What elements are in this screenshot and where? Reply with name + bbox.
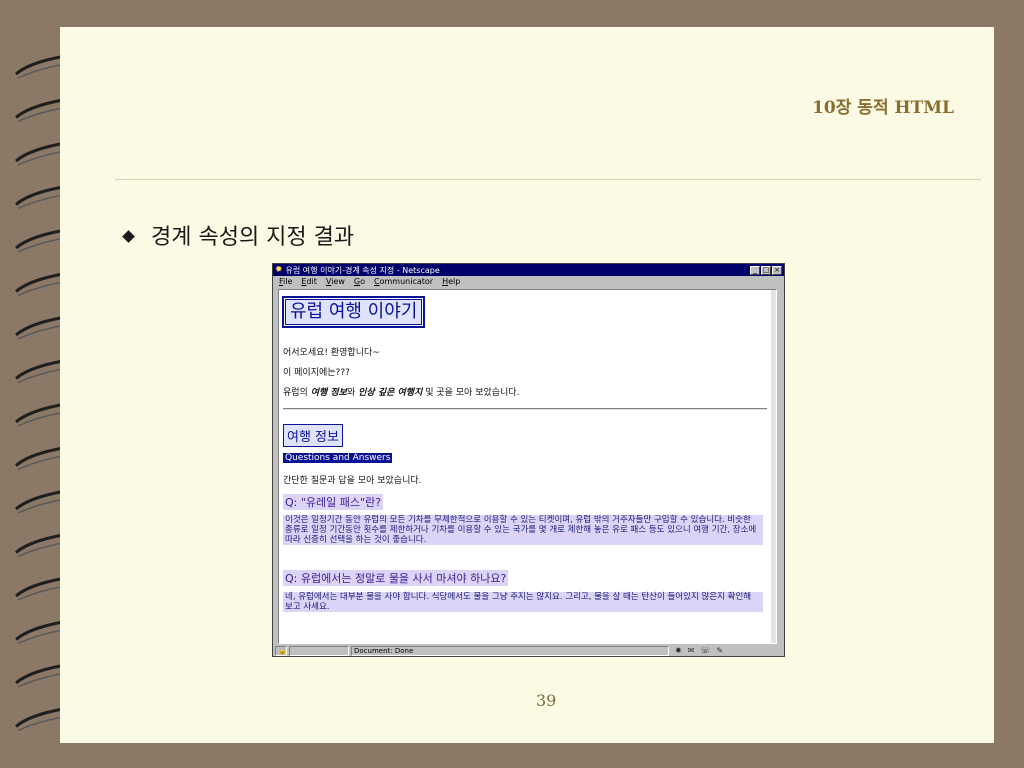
netscape-icon: ✹ (275, 265, 283, 275)
qa-heading: Questions and Answers (283, 453, 393, 463)
question-text: 이 페이지에는??? (283, 368, 350, 378)
section-heading: 여행 정보 (283, 424, 343, 447)
maximize-button[interactable]: □ (761, 265, 771, 275)
intro-and: 와 (346, 388, 359, 398)
scrollbar[interactable] (771, 290, 776, 643)
intro-prefix: 유럽의 (283, 388, 311, 398)
intro-travel-info-link[interactable]: 여행 정보 (311, 388, 347, 398)
composer-icon[interactable]: ✎ (716, 646, 723, 655)
status-text: Document: Done (351, 645, 669, 656)
netscape-small-icon[interactable]: ✹ (675, 646, 682, 655)
menu-view[interactable]: View (326, 277, 345, 286)
close-button[interactable]: × (772, 265, 782, 275)
security-lock-icon[interactable]: 🔒 (275, 645, 287, 656)
page-number: 39 (536, 691, 557, 710)
discussion-icon[interactable]: ☏ (700, 646, 710, 655)
status-bar: 🔒 Document: Done ✹ ✉ ☏ ✎ (273, 645, 784, 656)
diamond-bullet-icon (122, 229, 135, 243)
answer-1: 이것은 일정기간 동안 유럽의 모든 기차를 무제한적으로 이용할 수 있는 티… (283, 515, 763, 545)
browser-window: ✹ 유럽 여행 이야기-경계 속성 지정 - Netscape _ □ × Fi… (272, 263, 785, 657)
intro-impressive-link[interactable]: 인상 깊은 여행지 (358, 388, 422, 398)
page-content: 유럽 여행 이야기 어서오세요! 환영합니다~ 이 페이지에는??? 유럽의 여… (278, 289, 777, 644)
slide-page: 10장 동적 HTML 경계 속성의 지정 결과 ✹ 유럽 여행 이야기-경계 … (60, 27, 994, 743)
menu-edit[interactable]: Edit (301, 277, 317, 286)
page-heading: 유럽 여행 이야기 (285, 299, 423, 325)
progress-cell (289, 645, 349, 656)
bullet-point: 경계 속성의 지정 결과 (122, 219, 355, 251)
browser-titlebar: ✹ 유럽 여행 이야기-경계 속성 지정 - Netscape _ □ × (273, 264, 784, 276)
mail-icon[interactable]: ✉ (688, 646, 695, 655)
question-2: Q: 유럽에서는 정말로 물을 사서 마셔야 하나요? (283, 570, 509, 586)
browser-title: 유럽 여행 이야기-경계 속성 지정 - Netscape (285, 265, 440, 275)
menu-bar: File Edit View Go Communicator Help (273, 276, 784, 287)
minimize-button[interactable]: _ (750, 265, 760, 275)
welcome-text: 어서오세요! 환영합니다~ (283, 348, 380, 358)
page-heading-box: 유럽 여행 이야기 (282, 296, 426, 328)
component-bar: ✹ ✉ ☏ ✎ (675, 646, 723, 655)
menu-file[interactable]: File (279, 277, 292, 286)
intro-suffix: 및 곳을 모아 보았습니다. (422, 388, 520, 398)
question-1: Q: "유레일 패스"란? (283, 494, 384, 510)
title-divider (115, 179, 981, 180)
menu-go[interactable]: Go (354, 277, 365, 286)
menu-help[interactable]: Help (442, 277, 460, 286)
bullet-text: 경계 속성의 지정 결과 (151, 225, 355, 250)
horizontal-rule (283, 408, 767, 410)
menu-communicator[interactable]: Communicator (374, 277, 433, 286)
intro-text: 유럽의 여행 정보와 인상 깊은 여행지 및 곳을 모아 보았습니다. (283, 385, 519, 398)
answer-2: 네, 유럽에서는 대부분 물을 사야 합니다. 식당에서도 물을 그냥 주지는 … (283, 592, 763, 612)
qa-description: 간단한 질문과 답을 모아 보았습니다. (283, 476, 422, 486)
slide-title: 10장 동적 HTML (812, 98, 954, 118)
